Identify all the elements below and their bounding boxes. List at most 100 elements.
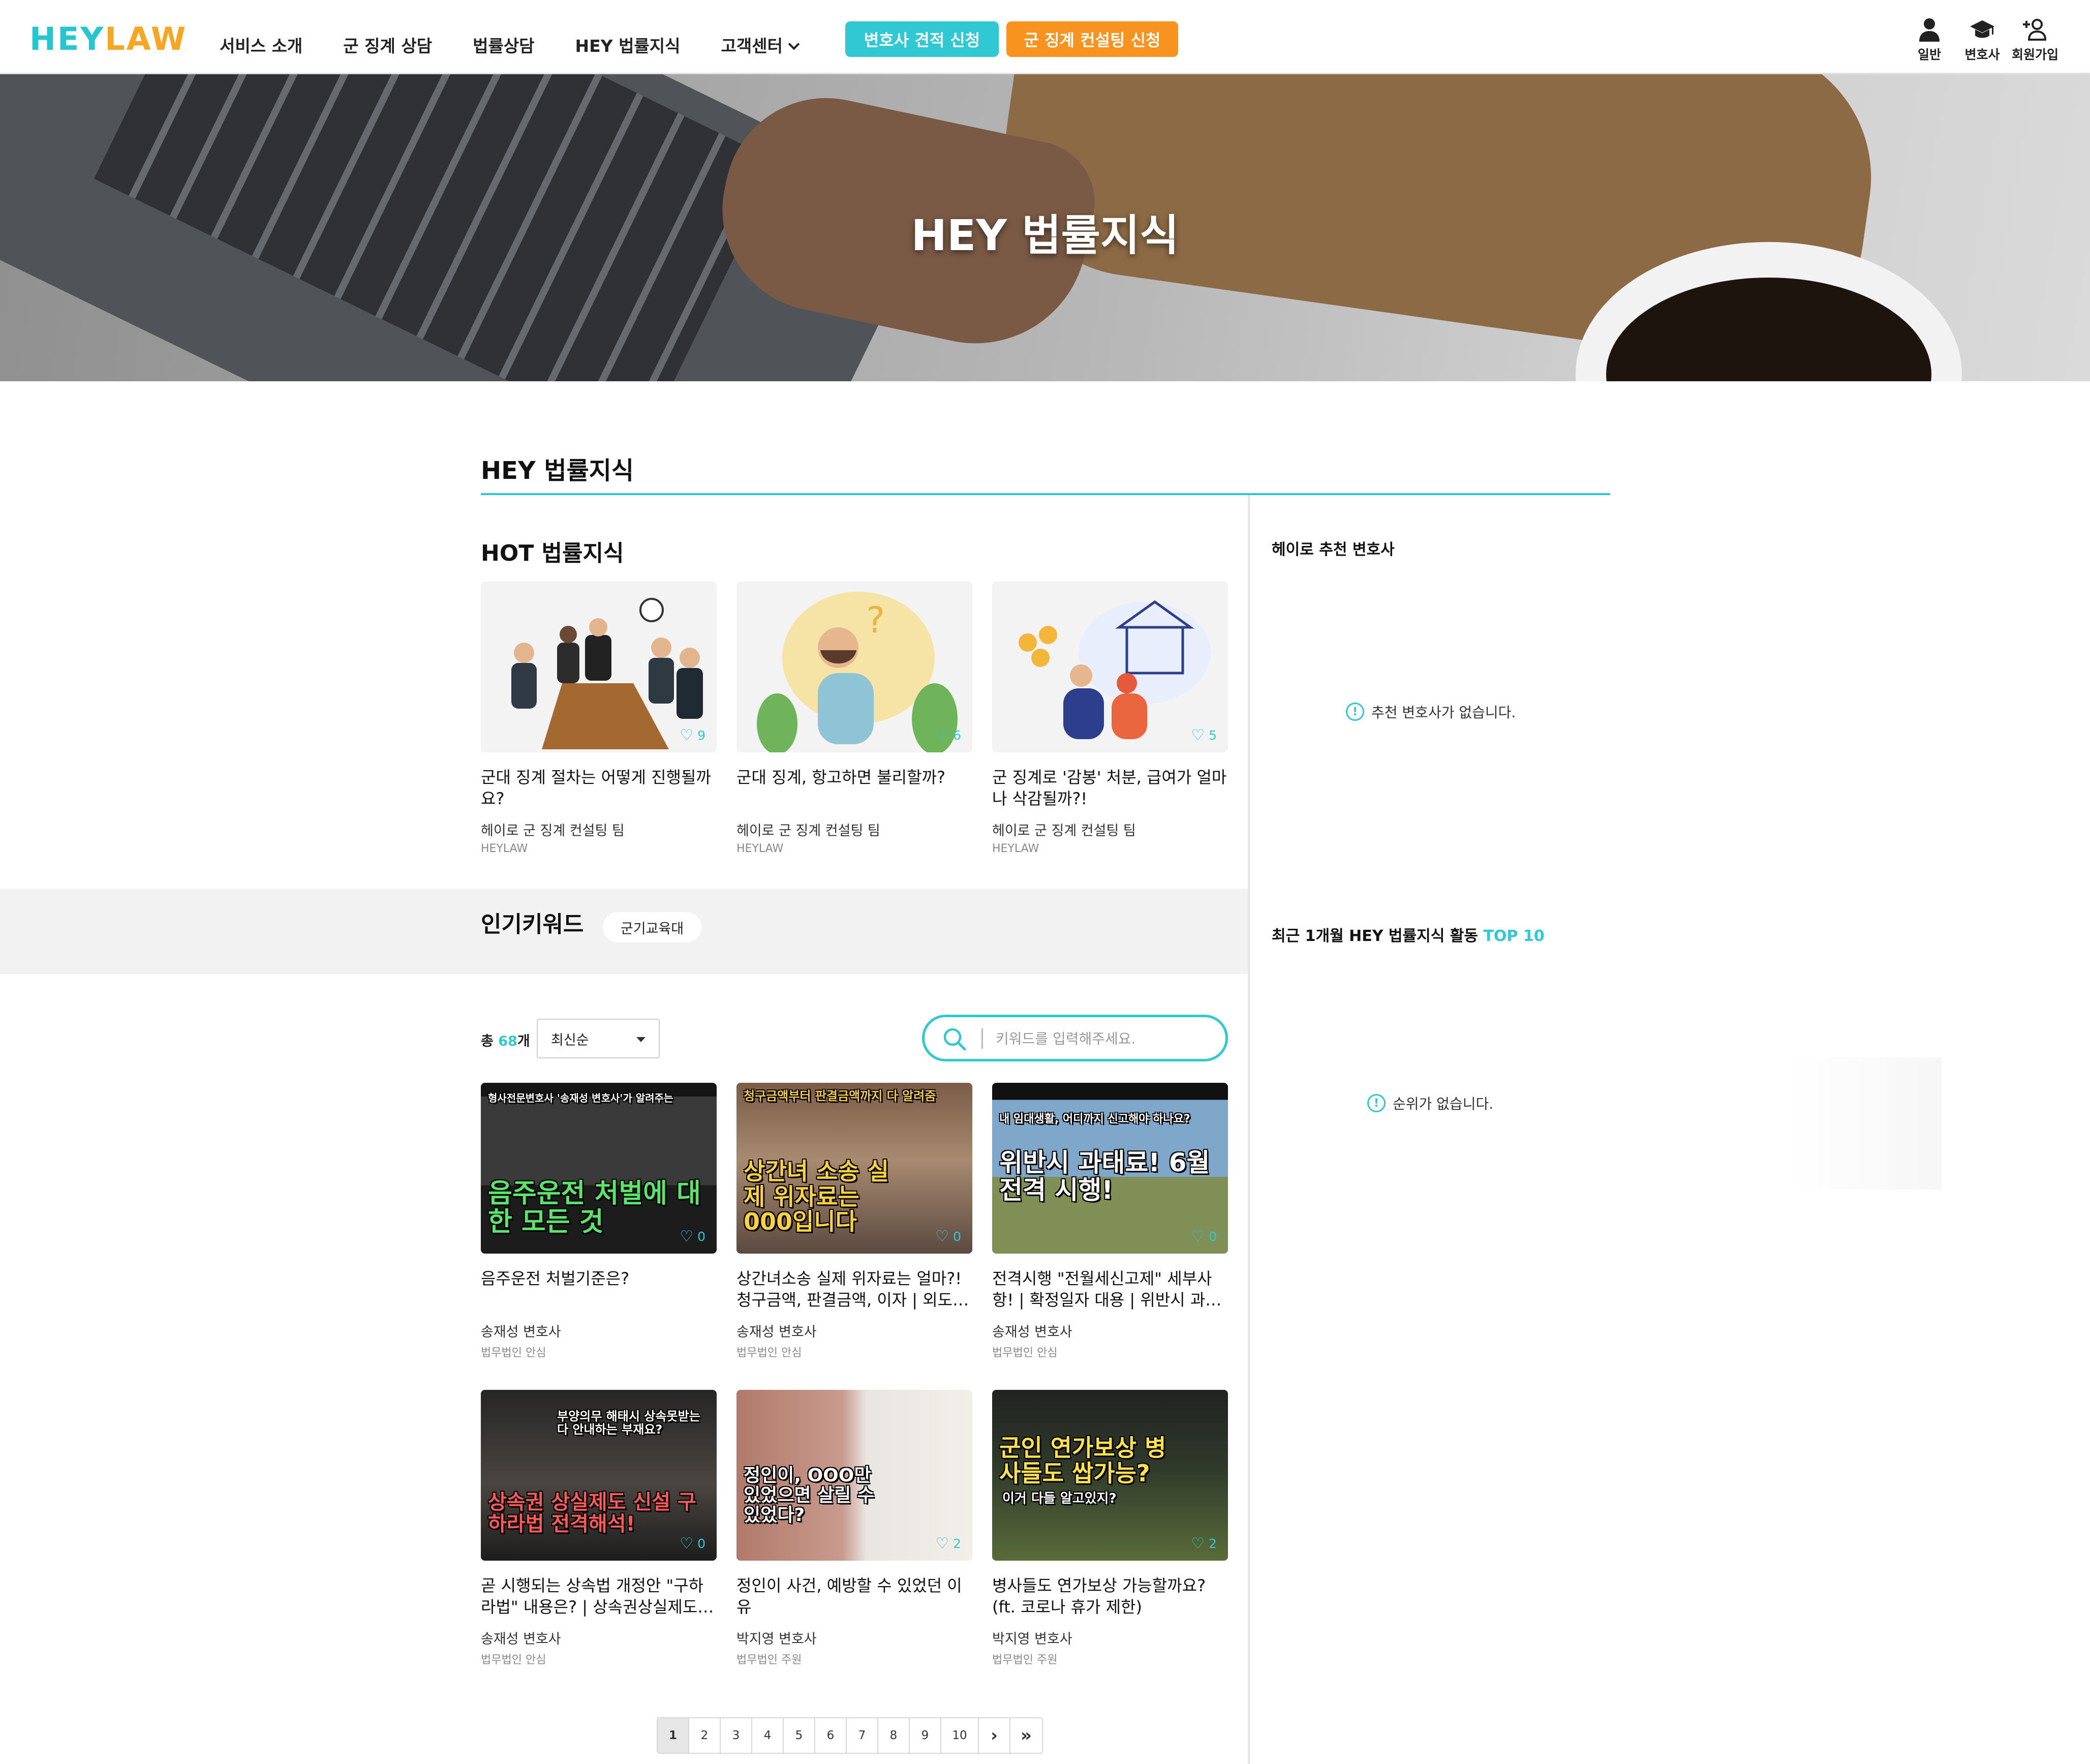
heading-underline — [481, 493, 1610, 495]
heylaw-logo[interactable]: HEYLAW — [29, 20, 187, 57]
nav-hey-knowledge[interactable]: HEY 법률지식 — [575, 33, 681, 57]
page-3[interactable]: 3 — [721, 1718, 752, 1753]
card-author: 헤이로 군 징계 컨설팅 팀 — [481, 823, 625, 839]
user-menu: 일반 변호사 회원가입 — [1901, 17, 2060, 63]
list-item[interactable]: 부양의무 해태시 상속못받는다 안내하는 부재요? 상속권 상실제도 신설 구하… — [481, 1390, 717, 1667]
page-5[interactable]: 5 — [784, 1718, 815, 1753]
nav-military-discipline[interactable]: 군 징계 상담 — [343, 33, 432, 57]
page-4[interactable]: 4 — [752, 1718, 784, 1753]
hot-card[interactable]: ♡ 5 군 징계로 '감봉' 처분, 급여가 얼마나 삭감될까?! 헤이로 군 징… — [992, 582, 1228, 855]
nav-service-intro[interactable]: 서비스 소개 — [220, 33, 302, 57]
list-item[interactable]: 이거 다들 알고있지? 군인 연가보상 병사들도 쌉가능? ♡ 2 병사들도 연가… — [992, 1390, 1228, 1667]
lawyer-label: 변호사 — [1964, 47, 2000, 62]
recommend-empty-text: 추천 변호사가 없습니다. — [1371, 704, 1516, 721]
general-login[interactable]: 일반 — [1905, 17, 1954, 63]
card-author: 헤이로 군 징계 컨설팅 팀 — [736, 823, 880, 839]
next-page-icon[interactable]: › — [979, 1718, 1010, 1753]
card-author: 박지영 변호사 — [736, 1631, 817, 1647]
search-icon[interactable] — [942, 1026, 967, 1052]
page-title: HEY 법률지식 — [481, 457, 634, 485]
total-number: 68 — [498, 1033, 517, 1049]
card-org: 법무법인 안심 — [481, 1347, 546, 1359]
page-1[interactable]: 1 — [658, 1718, 689, 1753]
page-10[interactable]: 10 — [941, 1718, 979, 1753]
heart-icon: ♡ — [680, 726, 694, 744]
thumb-caption: 위반시 과태료! 6월전격 시행! — [999, 1148, 1210, 1205]
signup-label: 회원가입 — [2011, 47, 2058, 62]
search-box — [922, 1015, 1228, 1061]
like-value: 0 — [1209, 1229, 1217, 1244]
nav-customer-center[interactable]: 고객센터 — [721, 33, 800, 57]
logo-law: LAW — [105, 20, 188, 57]
thumb-caption-small: 내 임대생활, 어디까지 신고해야 하나요? — [999, 1113, 1190, 1126]
site-header: HEYLAW 서비스 소개 군 징계 상담 법률상담 HEY 법률지식 고객센터… — [0, 0, 2090, 74]
hero-banner: HEY 법률지식 — [0, 74, 2090, 381]
hot-card[interactable]: ? ♡ 6 군대 징계, 항고하면 불리할까? 헤이로 군 징계 컨설팅 팀 HE… — [736, 582, 972, 855]
heart-icon: ♡ — [935, 726, 949, 744]
card-author: 헤이로 군 징계 컨설팅 팀 — [992, 823, 1136, 839]
card-org: 법무법인 주원 — [736, 1654, 802, 1666]
card-author: 송재성 변호사 — [481, 1324, 561, 1340]
add-user-icon — [2023, 19, 2047, 41]
like-value: 5 — [1209, 728, 1217, 743]
thumb-caption-small: 이거 다들 알고있지? — [1002, 1491, 1117, 1506]
like-value: 2 — [953, 1536, 961, 1551]
heart-icon: ♡ — [935, 1535, 949, 1553]
thumb-caption-small: 형사전문변호사 '송재성 변호사'가 알려주는 — [488, 1092, 673, 1104]
info-icon: ! — [1367, 1094, 1386, 1112]
list-item[interactable]: 내 임대생활, 어디까지 신고해야 하나요? 위반시 과태료! 6월전격 시행!… — [992, 1083, 1228, 1360]
heart-icon: ♡ — [680, 1228, 694, 1245]
discipline-consult-button[interactable]: 군 징계 컨설팅 신청 — [1006, 21, 1178, 57]
list-item[interactable]: 청구금액부터 판결금액까지 다 알려줌 상간녀 소송 실제 위자료는 000입니… — [736, 1083, 972, 1360]
card-title: 군대 징계, 항고하면 불리할까? — [736, 768, 945, 787]
heart-icon: ♡ — [1191, 1228, 1205, 1245]
page-2[interactable]: 2 — [689, 1718, 721, 1753]
page-7[interactable]: 7 — [847, 1718, 878, 1753]
signup-link[interactable]: 회원가입 — [2011, 17, 2060, 63]
keyword-chip[interactable]: 군기교육대 — [603, 912, 701, 942]
search-input[interactable] — [996, 1024, 1209, 1053]
heart-icon: ♡ — [680, 1535, 694, 1553]
like-value: 9 — [697, 728, 705, 743]
video-thumbnail: 내 임대생활, 어디까지 신고해야 하나요? 위반시 과태료! 6월전격 시행!… — [992, 1083, 1228, 1254]
thumb-caption-small: 부양의무 해태시 상속못받는다 안내하는 부재요? — [557, 1409, 700, 1437]
list-item[interactable]: 정인이, OOO만 있었으면 살릴 수 있었다? ♡ 2 정인이 사건, 예방할 … — [736, 1390, 972, 1667]
page-8[interactable]: 8 — [878, 1718, 910, 1753]
sidebar-divider — [1248, 495, 1250, 1764]
logo-hey: HEY — [29, 20, 105, 57]
main-nav: 서비스 소개 군 징계 상담 법률상담 HEY 법률지식 고객센터 — [220, 33, 839, 57]
like-count: ♡ 5 — [1191, 726, 1217, 744]
chevron-down-icon — [788, 38, 800, 50]
card-author: 송재성 변호사 — [992, 1324, 1072, 1340]
last-page-icon[interactable]: » — [1010, 1718, 1042, 1753]
card-title: 군 징계로 '감봉' 처분, 급여가 얼마나 삭감될까?! — [992, 768, 1227, 808]
hot-card[interactable]: ♡ 9 군대 징계 절차는 어떻게 진행될까요? 헤이로 군 징계 컨설팅 팀 H… — [481, 582, 717, 855]
thumb-caption: 상간녀 소송 실제 위자료는 000입니다 — [744, 1158, 889, 1236]
thumb-caption-small: 청구금액부터 판결금액까지 다 알려줌 — [744, 1089, 936, 1103]
page-9[interactable]: 9 — [910, 1718, 941, 1753]
card-author: 송재성 변호사 — [481, 1631, 561, 1647]
video-thumbnail: 형사전문변호사 '송재성 변호사'가 알려주는 음주운전 처벌에 대한 모든 것… — [481, 1083, 717, 1254]
thumb-caption: 정인이, OOO만 있었으면 살릴 수 있었다? — [744, 1465, 874, 1526]
lawyer-quote-button[interactable]: 변호사 견적 신청 — [845, 21, 999, 57]
video-thumbnail: 청구금액부터 판결금액까지 다 알려줌 상간녀 소송 실제 위자료는 000입니… — [736, 1083, 972, 1254]
card-org: 법무법인 안심 — [481, 1654, 546, 1666]
page-6[interactable]: 6 — [815, 1718, 847, 1753]
list-item[interactable]: 형사전문변호사 '송재성 변호사'가 알려주는 음주운전 처벌에 대한 모든 것… — [481, 1083, 717, 1360]
nav-legal-consult[interactable]: 법률상담 — [473, 33, 534, 57]
hot-thumbnail-family: ♡ 5 — [992, 582, 1228, 752]
card-author: 박지영 변호사 — [992, 1631, 1072, 1647]
total-prefix: 총 — [481, 1033, 499, 1049]
card-org: 법무법인 안심 — [736, 1347, 802, 1359]
card-org: HEYLAW — [992, 842, 1039, 855]
like-count: ♡ 0 — [680, 1535, 705, 1553]
card-org: HEYLAW — [736, 842, 784, 855]
card-title: 음주운전 처벌기준은? — [481, 1269, 630, 1288]
card-title: 병사들도 연가보상 가능할까요?(ft. 코로나 휴가 제한) — [992, 1576, 1206, 1617]
video-thumbnail: 부양의무 해태시 상속못받는다 안내하는 부재요? 상속권 상실제도 신설 구하… — [481, 1390, 717, 1561]
card-org: 법무법인 주원 — [992, 1654, 1058, 1666]
sort-dropdown[interactable]: 최신순 — [537, 1019, 660, 1058]
info-icon: ! — [1346, 703, 1364, 721]
lawyer-login[interactable]: 변호사 — [1958, 17, 2007, 63]
top10-empty-text: 순위가 없습니다. — [1393, 1096, 1494, 1112]
